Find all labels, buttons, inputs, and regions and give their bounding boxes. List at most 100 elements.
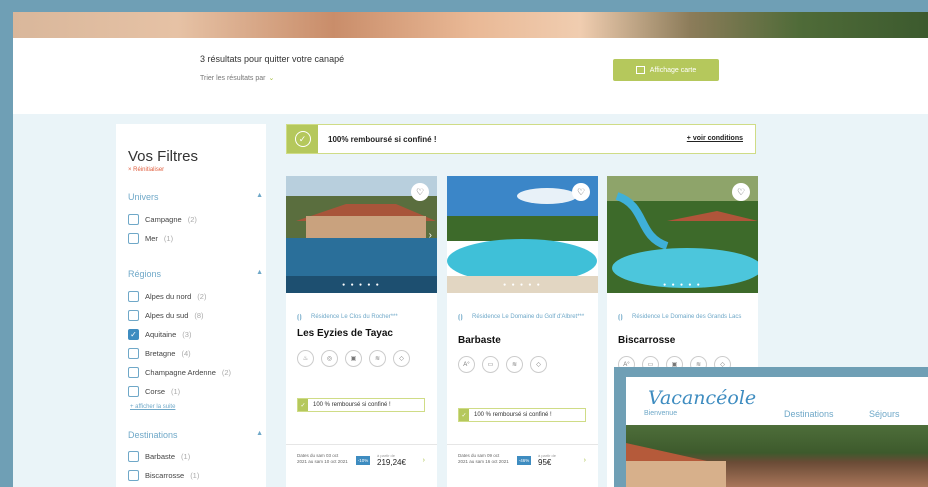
filter-group-label: Régions — [128, 269, 162, 279]
filter-option-count: (3) — [182, 330, 192, 339]
banner-text: 100% remboursé si confiné ! — [328, 134, 437, 144]
residence-name: ⦗⦘ Résidence Le Domaine des Grands Lacs — [618, 314, 748, 321]
filter-option[interactable]: Barbaste (1) — [128, 451, 190, 462]
filter-option-count: (4) — [181, 349, 191, 358]
filter-option-label: Barbaste — [145, 452, 176, 461]
filter-option-label: Aquitaine — [145, 330, 177, 339]
residence-name: ⦗⦘ Résidence Le Clos du Rocher*** — [297, 314, 427, 321]
arrow-right-icon[interactable]: › — [423, 457, 425, 464]
favorite-heart-icon[interactable]: ♡ — [572, 183, 590, 201]
card-location[interactable]: Les Eyzies de Tayac — [297, 328, 393, 339]
filter-option-count: (2) — [197, 292, 207, 301]
chevron-up-icon: ▲ — [256, 192, 263, 199]
favorite-heart-icon[interactable]: ♡ — [411, 183, 429, 201]
stay-dates: Dates du sam 09 oct 2021 au sam 16 oct 2… — [458, 453, 509, 464]
nav-sejours[interactable]: Séjours — [869, 409, 900, 419]
refund-banner: ✓ 100% remboursé si confiné ! + voir con… — [286, 124, 756, 154]
amenity-icons: ♨ ◎ ▣ ≋ ◇ — [297, 350, 410, 367]
carousel-dots[interactable]: ● ● ● ● ● — [286, 282, 437, 288]
nav-destinations[interactable]: Destinations — [784, 409, 834, 419]
map-view-button[interactable]: Affichage carte — [613, 59, 719, 81]
roof-shape — [626, 443, 716, 463]
vacanceole-logo[interactable]: Vacancéole — [648, 387, 756, 409]
filter-option[interactable]: Alpes du sud (8) — [128, 310, 204, 321]
carousel-dots[interactable]: ● ● ● ● ● — [447, 282, 598, 288]
filter-group-destinations[interactable]: Destinations ▲ — [128, 430, 263, 440]
pool-icon: ≋ — [506, 356, 523, 373]
reset-filters-link[interactable]: × Réinitialiser — [128, 167, 164, 173]
map-button-label: Affichage carte — [649, 66, 697, 74]
pool-icon: ≋ — [369, 350, 386, 367]
filters-title: Vos Filtres — [128, 148, 199, 165]
conditions-link[interactable]: + voir conditions — [687, 135, 743, 142]
filter-group-label: Univers — [128, 192, 159, 202]
chevron-right-icon[interactable]: › — [429, 230, 432, 241]
signal-icon: ◇ — [393, 350, 410, 367]
filter-group-univers[interactable]: Univers ▲ — [128, 192, 263, 202]
amenity-icons: A° ▭ ≋ ◇ — [458, 356, 547, 373]
kids-club-icon: ♨ — [297, 350, 314, 367]
checkbox[interactable] — [128, 348, 139, 359]
checkbox[interactable] — [128, 386, 139, 397]
tv-icon: ▭ — [482, 356, 499, 373]
checkbox-checked[interactable]: ✓ — [128, 329, 139, 340]
card-photo[interactable]: ♡ ● ● ● ● ● — [447, 176, 598, 293]
village-photo-image — [626, 425, 928, 487]
filter-group-regions[interactable]: Régions ▲ — [128, 269, 263, 279]
card-photo[interactable]: ♡ ● ● ● ● ● — [607, 176, 758, 293]
filter-option-count: (2) — [221, 368, 232, 377]
filter-option[interactable]: Bretagne (4) — [128, 348, 191, 359]
sort-dropdown[interactable]: Trier les résultats par ⌄ — [200, 74, 274, 82]
card-refund-badge: ✓ 100 % remboursé si confiné ! — [297, 398, 425, 412]
discount-badge: -10% — [356, 456, 370, 465]
card-location[interactable]: Biscarrosse — [618, 335, 675, 346]
filter-option[interactable]: Alpes du nord (2) — [128, 291, 206, 302]
filter-option-label: Bretagne — [145, 349, 176, 358]
checkbox[interactable] — [128, 291, 139, 302]
checkbox[interactable] — [128, 233, 139, 244]
filter-option-count: (1) — [163, 234, 174, 243]
filter-option-count: (2) — [187, 215, 197, 224]
check-icon: ✓ — [459, 409, 469, 421]
filter-option[interactable]: Mer (1) — [128, 233, 173, 244]
air-conditioning-icon: A° — [458, 356, 475, 373]
filter-option-count: (8) — [194, 311, 204, 320]
chevron-down-icon: ⌄ — [268, 75, 275, 82]
filter-option[interactable]: Champagne Ardenne (2) — [128, 367, 231, 378]
sort-label: Trier les résultats par — [200, 75, 266, 82]
results-count: 3 résultats pour quitter votre canapé — [200, 54, 345, 64]
carousel-dots[interactable]: ● ● ● ● ● — [607, 282, 758, 288]
price: à partir de 95€ — [538, 453, 556, 467]
checkbox[interactable] — [128, 367, 139, 378]
filter-option-label: Mer — [145, 234, 158, 243]
residence-icon: ⦗⦘ — [297, 314, 302, 321]
banner-check-badge: ✓ — [287, 125, 318, 153]
accommodation-card[interactable]: ♡ › ● ● ● ● ● ⦗⦘ Résidence Le Clos du Roc… — [286, 176, 437, 487]
logo-tagline: Bienvenue — [644, 410, 678, 417]
checkbox[interactable] — [128, 310, 139, 321]
price-row[interactable]: Dates du sam 03 oct 2021 au sam 10 oct 2… — [286, 444, 437, 474]
residence-label: Résidence Le Domaine des Grands Lacs — [632, 314, 742, 320]
checkbox[interactable] — [128, 470, 139, 481]
price-row[interactable]: Dates du sam 09 oct 2021 au sam 16 oct 2… — [447, 444, 598, 474]
filter-option[interactable]: Campagne (2) — [128, 214, 197, 225]
discount-badge: -46% — [517, 456, 531, 465]
residence-name: ⦗⦘ Résidence Le Domaine du Golf d'Albret*… — [458, 314, 588, 321]
show-more-link[interactable]: + afficher la suite — [130, 404, 175, 410]
accommodation-card[interactable]: ♡ ● ● ● ● ● ⦗⦘ Résidence Le Domaine du Go… — [447, 176, 598, 487]
filter-option[interactable]: Biscarrosse (1) — [128, 470, 199, 481]
checkbox[interactable] — [128, 214, 139, 225]
restaurant-icon: ▣ — [345, 350, 362, 367]
filter-option[interactable]: ✓ Aquitaine (3) — [128, 329, 191, 340]
arrow-right-icon[interactable]: › — [584, 457, 586, 464]
card-photo[interactable]: ♡ › ● ● ● ● ● — [286, 176, 437, 293]
price: à partir de 219,24€ — [377, 453, 406, 467]
chevron-up-icon: ▲ — [256, 430, 263, 437]
filter-option-label: Biscarrosse — [145, 471, 185, 480]
stay-dates: Dates du sam 03 oct 2021 au sam 10 oct 2… — [297, 453, 348, 464]
filter-option[interactable]: Corse (1) — [128, 386, 180, 397]
card-refund-badge: ✓ 100 % remboursé si confiné ! — [458, 408, 586, 422]
favorite-heart-icon[interactable]: ♡ — [732, 183, 750, 201]
card-location[interactable]: Barbaste — [458, 335, 501, 346]
checkbox[interactable] — [128, 451, 139, 462]
